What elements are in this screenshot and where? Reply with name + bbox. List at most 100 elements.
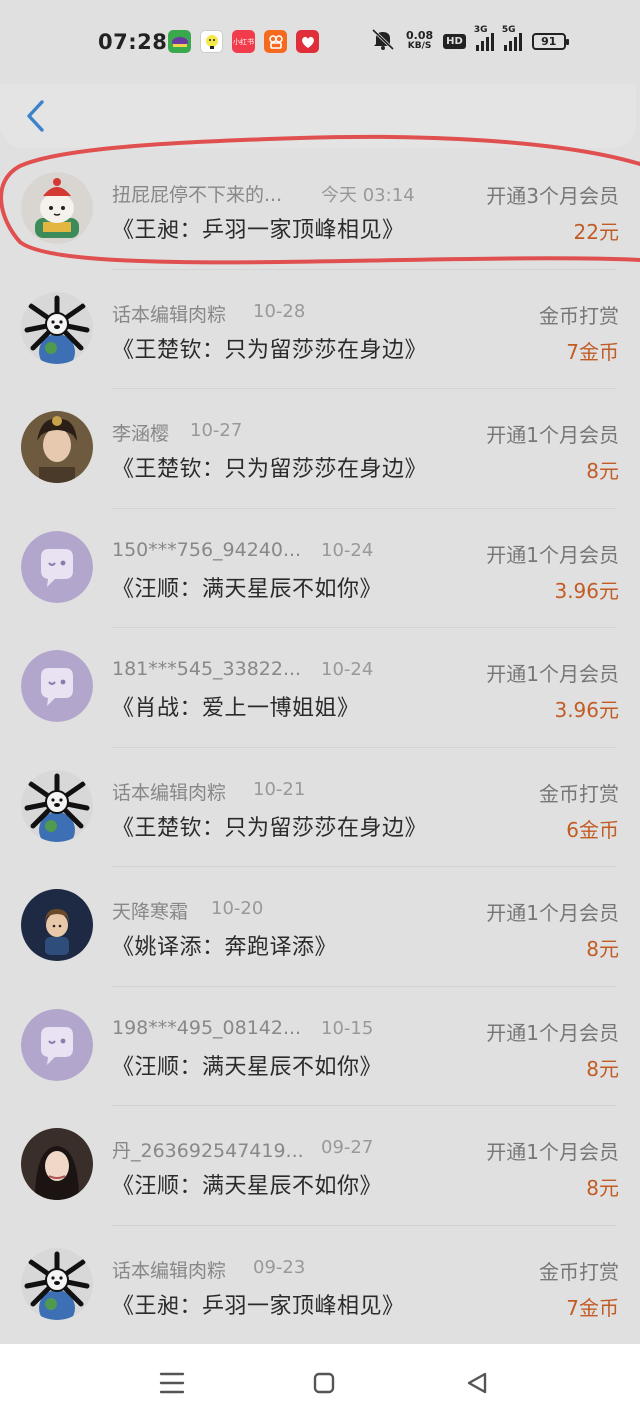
record-date: 10-21: [253, 778, 306, 800]
record-row[interactable]: 扭屁屁停不下来的... 今天 03:14 《王昶：乒羽一家顶峰相见》 开通3个月会员 2…: [0, 150, 640, 270]
back-button[interactable]: [16, 96, 56, 136]
header-card: [0, 84, 636, 148]
user-name: 李涵樱: [112, 423, 170, 445]
home-button[interactable]: [306, 1368, 342, 1398]
purchase-type: 开通3个月会员: [486, 184, 619, 208]
purchase-type: 开通1个月会员: [486, 1020, 619, 1045]
nav-back-button[interactable]: [459, 1368, 495, 1398]
signal-5g-label: 5G: [501, 25, 516, 35]
menu-icon: [159, 1372, 185, 1394]
user-name: 扭屁屁停不下来的...: [112, 184, 283, 206]
user-avatar[interactable]: [21, 769, 93, 842]
purchase-amount: 7金币: [566, 1295, 619, 1320]
user-avatar[interactable]: [21, 291, 93, 364]
battery-level: 91: [541, 34, 557, 48]
record-date: 09-27: [321, 1137, 374, 1158]
record-row[interactable]: 丹_263692547419... 09-27 《汪顺：满天星辰不如你》 开通1个月会…: [0, 1106, 640, 1226]
book-title: 《汪顺：满天星辰不如你》: [112, 576, 383, 602]
book-title: 《王楚钦：只为留莎莎在身边》: [112, 457, 428, 482]
battery-icon: 91: [531, 32, 569, 50]
signal-3g-icon: 3G: [474, 25, 494, 51]
purchase-amount: 8元: [586, 937, 619, 961]
user-avatar[interactable]: [21, 411, 93, 483]
record-date: 今天 03:14: [321, 185, 415, 206]
square-home-icon: [313, 1372, 335, 1394]
book-title: 《汪顺：满天星辰不如你》: [112, 1174, 383, 1199]
user-avatar[interactable]: [21, 889, 93, 961]
purchase-type: 开通1个月会员: [486, 423, 619, 447]
purchase-type: 开通1个月会员: [486, 901, 619, 925]
purchase-type: 开通1个月会员: [486, 662, 619, 686]
user-avatar[interactable]: [21, 1128, 93, 1200]
record-row[interactable]: 话本编辑肉粽 09-23 《王昶：乒羽一家顶峰相见》 金币打赏 7金币: [0, 1226, 640, 1345]
network-speed: 0.08 KB/S: [406, 30, 433, 52]
user-avatar[interactable]: [21, 172, 93, 244]
record-date: 10-28: [253, 300, 306, 322]
signal-5g-icon: 5G: [502, 25, 522, 51]
net-speed-value: 0.08: [406, 29, 434, 42]
pinduoduo-icon: [296, 30, 319, 53]
purchase-type: 金币打赏: [539, 1259, 619, 1284]
record-row[interactable]: 181***545_33822... 10-24 《肖战：爱上一博姐姐》 开通1个月会…: [0, 628, 640, 748]
hd-badge: HD: [443, 33, 466, 49]
purchase-amount: 8元: [586, 459, 619, 483]
record-row[interactable]: 李涵樱 10-27 《王楚钦：只为留莎莎在身边》 开通1个月会员 8元: [0, 389, 640, 509]
purchase-amount: 8元: [586, 1056, 619, 1081]
user-name: 181***545_33822...: [112, 658, 302, 680]
record-date: 10-20: [211, 898, 264, 919]
net-speed-unit: KB/S: [407, 41, 432, 51]
header-bar: [0, 84, 640, 148]
user-name: 丹_263692547419...: [112, 1140, 304, 1162]
purchase-amount: 8元: [586, 1176, 619, 1200]
purchase-amount: 3.96元: [554, 698, 619, 722]
qq-mini-icon: [200, 30, 223, 53]
user-avatar[interactable]: [21, 1008, 93, 1081]
record-row[interactable]: 话本编辑肉粽 10-21 《王楚钦：只为留莎莎在身边》 金币打赏 6金币: [0, 748, 640, 867]
purchase-type: 金币打赏: [539, 781, 619, 806]
book-title: 《王昶：乒羽一家顶峰相见》: [112, 1293, 405, 1319]
book-title: 《肖战：爱上一博姐姐》: [112, 696, 360, 721]
book-title: 《王楚钦：只为留莎莎在身边》: [112, 337, 428, 363]
user-name: 话本编辑肉粽: [112, 781, 227, 804]
purchase-amount: 22元: [573, 220, 619, 244]
user-avatar[interactable]: [21, 1247, 93, 1320]
record-row[interactable]: 天降寒霜 10-20 《姚译添：奔跑译添》 开通1个月会员 8元: [0, 867, 640, 987]
user-avatar[interactable]: [21, 530, 93, 603]
purchase-amount: 3.96元: [554, 578, 619, 603]
book-title: 《姚译添：奔跑译添》: [112, 935, 338, 960]
xiaohongshu-icon: 小红书: [232, 30, 255, 53]
user-name: 话本编辑肉粽: [112, 303, 227, 326]
user-name: 198***495_08142...: [112, 1016, 302, 1039]
purchase-type: 金币打赏: [539, 303, 619, 328]
user-name: 话本编辑肉粽: [112, 1259, 227, 1282]
record-date: 10-24: [321, 659, 374, 680]
record-row[interactable]: 150***756_94240... 10-24 《汪顺：满天星辰不如你》 开通1个月…: [0, 509, 640, 628]
record-date: 10-15: [321, 1017, 374, 1039]
user-avatar[interactable]: [21, 650, 93, 722]
signal-3g-label: 3G: [473, 25, 488, 35]
purchase-amount: 6金币: [566, 817, 619, 842]
menu-button[interactable]: [154, 1368, 190, 1398]
user-name: 天降寒霜: [112, 901, 189, 923]
user-name: 150***756_94240...: [112, 538, 302, 561]
chevron-left-icon: [27, 100, 44, 132]
purchase-type: 开通1个月会员: [486, 542, 619, 567]
status-bar: 07:28 小红书 0.08 KB/S HD 3G 5G 91: [0, 0, 640, 84]
status-time: 07:28: [98, 30, 168, 54]
mute-bell-icon: [370, 28, 396, 54]
records-list: 扭屁屁停不下来的... 今天 03:14 《王昶：乒羽一家顶峰相见》 开通3个月会员 2…: [0, 150, 640, 1345]
purchase-type: 开通1个月会员: [486, 1140, 619, 1164]
record-date: 10-24: [321, 539, 374, 561]
record-date: 10-27: [190, 420, 243, 441]
game-app-icon: [168, 30, 191, 53]
record-row[interactable]: 话本编辑肉粽 10-28 《王楚钦：只为留莎莎在身边》 金币打赏 7金币: [0, 270, 640, 389]
book-title: 《汪顺：满天星辰不如你》: [112, 1054, 383, 1080]
kuaishou-icon: [264, 30, 287, 53]
book-title: 《王楚钦：只为留莎莎在身边》: [112, 815, 428, 841]
triangle-back-icon: [467, 1372, 487, 1394]
system-nav-bar: [0, 1344, 640, 1422]
record-row[interactable]: 198***495_08142... 10-15 《汪顺：满天星辰不如你》 开通1个月…: [0, 987, 640, 1106]
record-date: 09-23: [253, 1256, 306, 1278]
system-icons: 0.08 KB/S HD 3G 5G 91: [370, 25, 569, 54]
purchase-amount: 7金币: [566, 339, 619, 364]
